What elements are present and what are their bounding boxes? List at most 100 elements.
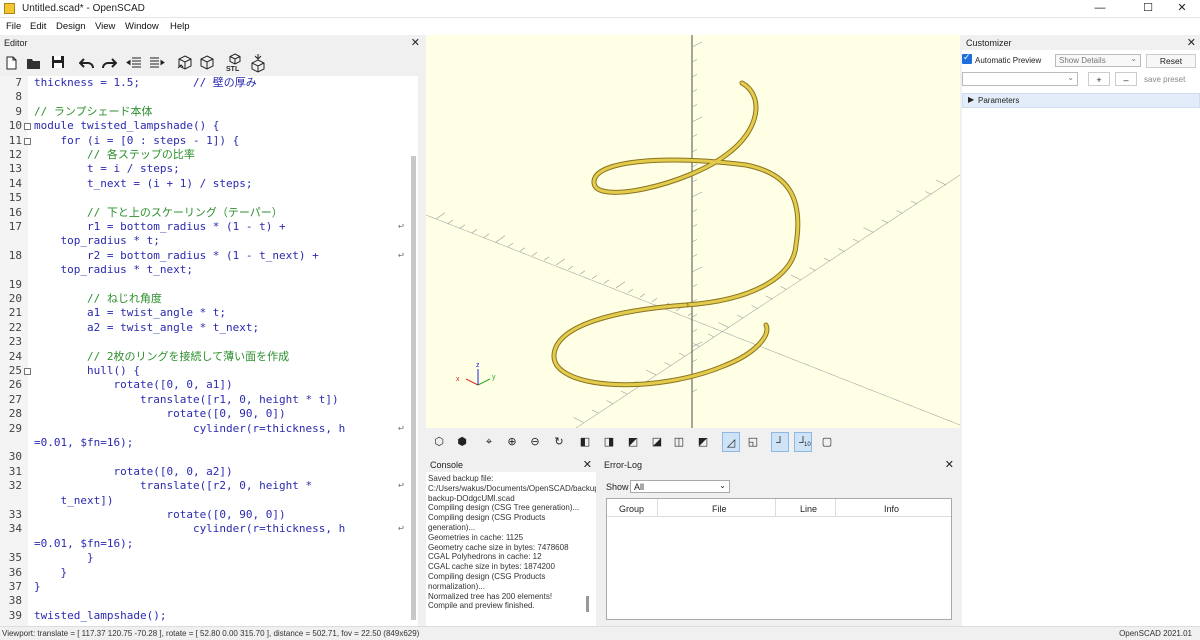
code-line[interactable]: 7 thickness = 1.5; // 壁の厚み: [0, 76, 410, 90]
code-line[interactable]: =0.01, $fn=16);: [0, 436, 410, 450]
code-line[interactable]: 37}: [0, 580, 410, 594]
code-line[interactable]: 22 a2 = twist_angle * t_next;: [0, 321, 410, 335]
line-number: 38: [8, 594, 22, 608]
column-group[interactable]: Group: [619, 504, 644, 514]
menu-file[interactable]: File: [6, 21, 21, 32]
error-log-close-button[interactable]: ✕: [945, 458, 954, 471]
console-scrollbar[interactable]: [586, 596, 589, 612]
menu-window[interactable]: Window: [125, 21, 159, 32]
reset-view-icon[interactable]: ↻: [550, 432, 568, 452]
code-line[interactable]: t_next]): [0, 494, 410, 508]
right-icon[interactable]: ◧: [576, 432, 594, 452]
viewport-canvas[interactable]: x y z: [426, 35, 960, 428]
code-line[interactable]: 28 rotate([0, 90, 0]): [0, 407, 410, 421]
code-line[interactable]: 10 module twisted_lampshade() {: [0, 119, 410, 133]
front-icon[interactable]: ◫: [670, 432, 688, 452]
bottom-icon[interactable]: ◩: [624, 432, 642, 452]
top-icon[interactable]: ◨: [600, 432, 618, 452]
code-line[interactable]: 38: [0, 594, 410, 608]
code-line[interactable]: 13 t = i / steps;: [0, 162, 410, 176]
code-line[interactable]: 21 a1 = twist_angle * t;: [0, 306, 410, 320]
code-line[interactable]: 34 cylinder(r=thickness, h ↩: [0, 522, 410, 536]
code-editor[interactable]: 7 thickness = 1.5; // 壁の厚み 8 9// ランプシェード本体 1…: [0, 76, 418, 626]
code-line[interactable]: 9 // ランプシェード本体: [0, 105, 410, 119]
close-window-button[interactable]: ✕: [1162, 0, 1200, 18]
code-line[interactable]: 19: [0, 278, 410, 292]
menu-edit[interactable]: Edit: [30, 21, 46, 32]
code-line[interactable]: 14 t_next = (i + 1) / steps;: [0, 177, 410, 191]
menu-design[interactable]: Design: [56, 21, 86, 32]
code-line[interactable]: 36 }: [0, 566, 410, 580]
code-line[interactable]: 29 cylinder(r=thickness, h ↩: [0, 422, 410, 436]
menu-view[interactable]: View: [95, 21, 115, 32]
menu-help[interactable]: Help: [170, 21, 190, 32]
code-line[interactable]: 8: [0, 90, 410, 104]
code-line[interactable]: 23: [0, 335, 410, 349]
auto-preview-checkbox[interactable]: ✓: [962, 52, 972, 64]
minimize-button[interactable]: —: [1080, 0, 1120, 18]
code-line[interactable]: 32 translate([r2, 0, height * ↩: [0, 479, 410, 493]
code-line[interactable]: 11 for (i = [0 : steps - 1]) {: [0, 134, 410, 148]
column-info[interactable]: Info: [884, 504, 899, 514]
indent-icon[interactable]: [149, 56, 165, 70]
fold-toggle-icon[interactable]: [24, 137, 31, 145]
reset-button[interactable]: Reset: [1146, 54, 1196, 68]
perspective-icon[interactable]: ◿: [722, 432, 740, 452]
preview-icon[interactable]: ⬡: [430, 432, 448, 452]
zoom-out-icon[interactable]: ⊖: [526, 432, 544, 452]
code-line[interactable]: top_radius * t;: [0, 234, 410, 248]
show-edges-icon[interactable]: ▢: [818, 432, 836, 452]
orthogonal-icon[interactable]: ◱: [744, 432, 762, 452]
parameters-group[interactable]: ▶ Parameters: [962, 93, 1200, 108]
code-line[interactable]: 15: [0, 191, 410, 205]
back-icon[interactable]: ◩: [694, 432, 712, 452]
open-file-icon[interactable]: [26, 56, 42, 70]
code-line[interactable]: 25 hull() {: [0, 364, 410, 378]
send-to-print-icon[interactable]: [250, 53, 266, 73]
code-line[interactable]: 18 r2 = bottom_radius * (1 - t_next) + ↩: [0, 249, 410, 263]
editor-scrollbar[interactable]: [411, 156, 416, 620]
customizer-close-button[interactable]: ✕: [1187, 36, 1196, 49]
code-line[interactable]: 39 twisted_lampshade();: [0, 609, 410, 623]
code-line[interactable]: 26 rotate([0, 0, a1]): [0, 378, 410, 392]
show-details-select[interactable]: Show Details ⌄: [1055, 54, 1141, 67]
fold-toggle-icon[interactable]: [24, 123, 31, 131]
view-all-icon[interactable]: ⌖: [480, 432, 498, 452]
code-line[interactable]: 16 // 下と上のスケーリング（テーパー）: [0, 206, 410, 220]
unindent-icon[interactable]: [126, 56, 142, 70]
code-line[interactable]: 27 translate([r1, 0, height * t]): [0, 393, 410, 407]
fold-toggle-icon[interactable]: [24, 368, 31, 375]
render-icon[interactable]: [198, 54, 216, 72]
left-icon[interactable]: ◪: [648, 432, 666, 452]
preview-icon[interactable]: [176, 54, 194, 72]
error-log-filter-select[interactable]: All ⌄: [630, 480, 730, 493]
preset-select[interactable]: ⌄: [962, 72, 1078, 86]
code-line[interactable]: 20 // ねじれ角度: [0, 292, 410, 306]
code-line[interactable]: 17 r1 = bottom_radius * (1 - t) + ↩: [0, 220, 410, 234]
save-preset-button[interactable]: save preset: [1144, 75, 1185, 84]
console-close-button[interactable]: ✕: [583, 458, 592, 471]
code-line[interactable]: =0.01, $fn=16);: [0, 537, 410, 551]
code-line[interactable]: 12 // 各ステップの比率: [0, 148, 410, 162]
new-file-icon[interactable]: [4, 56, 18, 70]
code-line[interactable]: top_radius * t_next;: [0, 263, 410, 277]
code-line[interactable]: 30: [0, 450, 410, 464]
code-line[interactable]: 24 // 2枚のリングを接続して薄い面を作成: [0, 350, 410, 364]
code-line[interactable]: 31 rotate([0, 0, a2]): [0, 465, 410, 479]
3d-viewport[interactable]: x y z: [426, 35, 960, 428]
undo-icon[interactable]: [79, 56, 95, 70]
code-line[interactable]: 33 rotate([0, 90, 0]): [0, 508, 410, 522]
remove-preset-button[interactable]: –: [1115, 72, 1137, 86]
zoom-in-icon[interactable]: ⊕: [503, 432, 521, 452]
redo-icon[interactable]: [101, 56, 117, 70]
render-icon[interactable]: ⬢: [453, 432, 471, 452]
column-file[interactable]: File: [712, 504, 727, 514]
add-preset-button[interactable]: +: [1088, 72, 1110, 86]
console-output[interactable]: Saved backup file: C:/Users/wakus/Docume…: [426, 472, 596, 626]
code-line[interactable]: 35 }: [0, 551, 410, 565]
column-line[interactable]: Line: [800, 504, 817, 514]
show-axes-icon[interactable]: ┘: [771, 432, 789, 452]
customizer-title: Customizer: [966, 38, 1012, 48]
editor-close-button[interactable]: ✕: [411, 36, 420, 49]
save-file-icon[interactable]: [51, 55, 65, 69]
